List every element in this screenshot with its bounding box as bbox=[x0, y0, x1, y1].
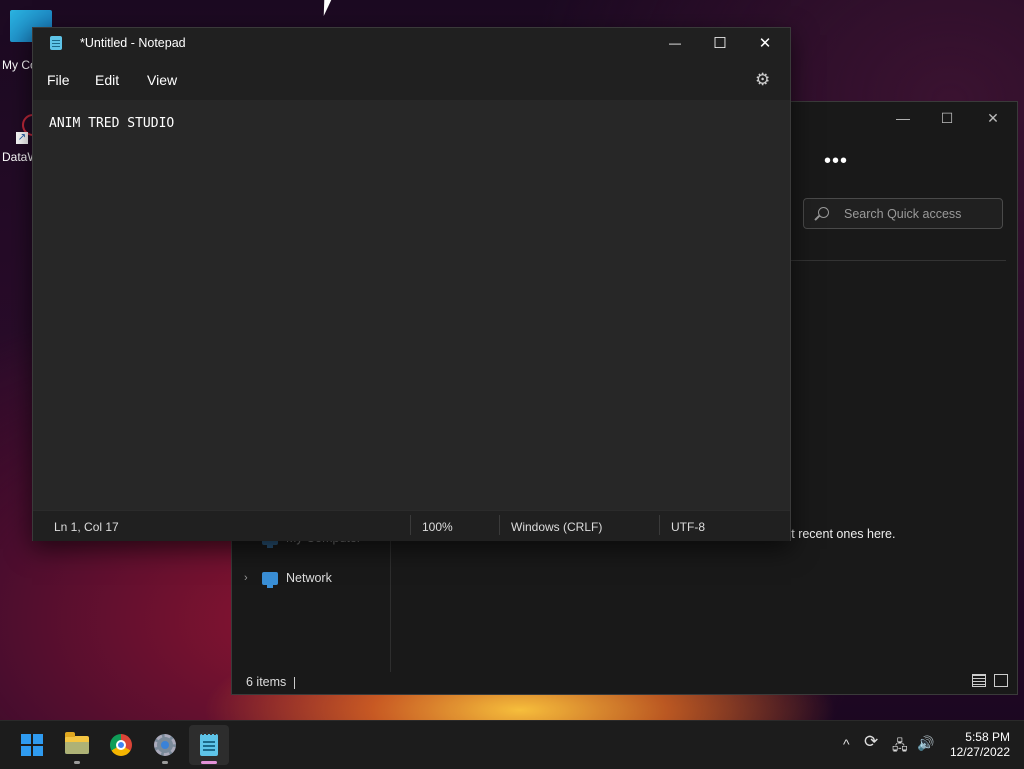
active-indicator bbox=[201, 761, 217, 764]
menu-file[interactable]: File bbox=[47, 72, 70, 88]
volume-icon[interactable]: 🔊 bbox=[917, 735, 934, 752]
taskbar-settings[interactable] bbox=[145, 725, 185, 765]
clock-time: 5:58 PM bbox=[965, 730, 1010, 744]
item-count: 6 items bbox=[246, 675, 287, 689]
text-editor-area[interactable]: ANIM TRED STUDIO bbox=[33, 100, 790, 510]
details-view-button[interactable] bbox=[972, 674, 986, 687]
nav-item-label: Network bbox=[286, 571, 332, 585]
running-indicator bbox=[162, 761, 168, 764]
notepad-window[interactable]: *Untitled - Notepad — ☐ ✕ File Edit View… bbox=[32, 27, 791, 541]
title-bar[interactable]: *Untitled - Notepad — ☐ ✕ bbox=[33, 28, 790, 58]
line-ending: Windows (CRLF) bbox=[511, 520, 603, 534]
minimize-button[interactable]: — bbox=[652, 28, 698, 58]
taskbar-notepad[interactable] bbox=[189, 725, 229, 765]
nav-pane-divider bbox=[390, 532, 391, 672]
encoding: UTF-8 bbox=[671, 520, 705, 534]
settings-icon bbox=[154, 734, 176, 756]
running-indicator bbox=[74, 761, 80, 764]
zoom-level: 100% bbox=[422, 520, 453, 534]
search-placeholder: Search Quick access bbox=[844, 207, 962, 221]
settings-gear-icon[interactable]: ⚙ bbox=[755, 70, 770, 90]
taskbar-file-explorer[interactable] bbox=[57, 725, 97, 765]
status-divider bbox=[499, 515, 500, 535]
mouse-cursor bbox=[323, 0, 339, 16]
menu-bar: File Edit View ⚙ bbox=[33, 58, 790, 100]
cursor-position: Ln 1, Col 17 bbox=[54, 520, 119, 534]
chevron-right-icon: › bbox=[244, 572, 248, 584]
more-options-button[interactable]: ••• bbox=[824, 150, 848, 173]
menu-view[interactable]: View bbox=[147, 72, 177, 88]
status-bar: Ln 1, Col 17 100% Windows (CRLF) UTF-8 bbox=[33, 510, 790, 541]
chrome-icon bbox=[110, 734, 132, 756]
folder-icon bbox=[65, 732, 89, 754]
search-icon bbox=[818, 207, 829, 218]
recent-files-hint: st recent ones here. bbox=[785, 527, 896, 541]
start-button[interactable] bbox=[12, 725, 52, 765]
large-icons-view-button[interactable] bbox=[994, 674, 1008, 687]
taskbar: ^ ⟳ 🖧 🔊 5:58 PM 12/27/2022 bbox=[0, 720, 1024, 769]
notepad-app-icon bbox=[50, 36, 62, 50]
menu-edit[interactable]: Edit bbox=[95, 72, 119, 88]
search-quick-access-input[interactable]: Search Quick access bbox=[803, 198, 1003, 229]
explorer-maximize-button[interactable]: ☐ bbox=[934, 110, 960, 130]
network-icon[interactable]: 🖧 bbox=[892, 735, 908, 759]
nav-item-network[interactable]: › Network bbox=[244, 571, 332, 588]
window-title: *Untitled - Notepad bbox=[80, 36, 186, 50]
explorer-close-button[interactable]: ✕ bbox=[980, 110, 1006, 130]
sync-icon[interactable]: ⟳ bbox=[864, 732, 878, 752]
status-divider bbox=[659, 515, 660, 535]
network-icon bbox=[262, 571, 278, 588]
editor-content[interactable]: ANIM TRED STUDIO bbox=[49, 116, 174, 131]
taskbar-chrome[interactable] bbox=[101, 725, 141, 765]
close-button[interactable]: ✕ bbox=[742, 28, 788, 58]
maximize-button[interactable]: ☐ bbox=[697, 28, 743, 58]
status-separator bbox=[294, 677, 295, 689]
windows-logo-icon bbox=[21, 734, 43, 756]
explorer-minimize-button[interactable]: — bbox=[890, 110, 916, 130]
show-hidden-icons-chevron[interactable]: ^ bbox=[843, 736, 850, 752]
clock-date: 12/27/2022 bbox=[949, 745, 1010, 759]
notepad-icon bbox=[200, 732, 218, 756]
status-divider bbox=[410, 515, 411, 535]
system-clock[interactable]: 5:58 PM 12/27/2022 bbox=[950, 730, 1010, 760]
divider bbox=[789, 260, 1006, 261]
